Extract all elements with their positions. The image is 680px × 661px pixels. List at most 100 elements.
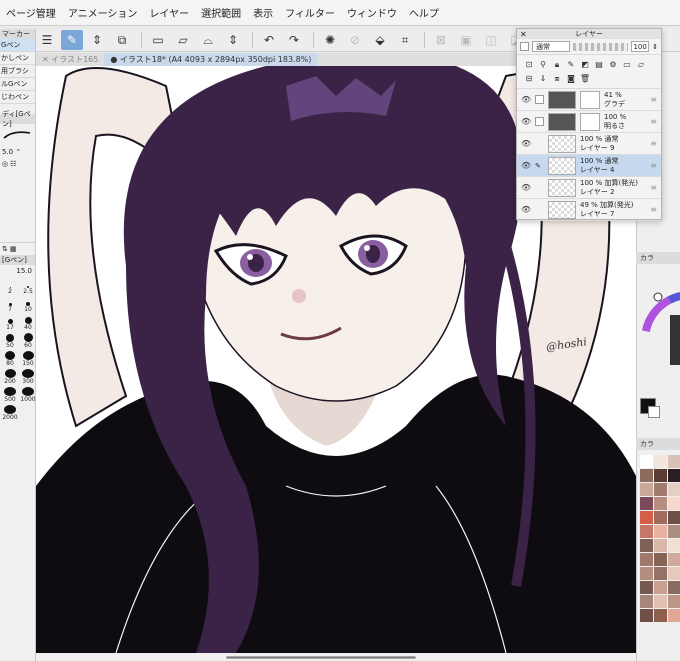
- new-folder-icon[interactable]: ▤: [593, 59, 605, 71]
- brush-item[interactable]: 用ブラシ: [0, 65, 35, 78]
- color-swatch[interactable]: [640, 497, 653, 510]
- brush-item[interactable]: かしペン: [0, 52, 35, 65]
- menu-selection[interactable]: 選択範囲: [195, 5, 247, 20]
- tab-illustration-165[interactable]: ✕ イラスト165: [36, 53, 104, 66]
- reference-icon[interactable]: ⚲: [537, 59, 549, 71]
- brush-size-option[interactable]: 2000: [2, 405, 18, 421]
- layer-checkbox[interactable]: [535, 117, 544, 126]
- select-all-icon[interactable]: ▣: [455, 30, 477, 50]
- brush-size-option[interactable]: 200: [2, 369, 18, 385]
- color-swatch[interactable]: [640, 609, 653, 622]
- tab-illustration-18[interactable]: ● イラスト18* (A4 4093 x 2894px 350dpi 183.8…: [104, 53, 318, 66]
- menu-window[interactable]: ウィンドウ: [341, 5, 403, 20]
- layer-row[interactable]: 👁︎ 100 % 明るさ ≡: [517, 111, 661, 133]
- new-folder-layer-icon[interactable]: ⊟: [523, 73, 535, 85]
- color-swatch[interactable]: [654, 539, 667, 552]
- brush-item[interactable]: ルGペン: [0, 78, 35, 91]
- color-swatch[interactable]: [640, 595, 653, 608]
- close-icon[interactable]: ✕: [42, 55, 51, 64]
- brush-item[interactable]: Gペン: [0, 39, 35, 52]
- menu-layer[interactable]: レイヤー: [143, 5, 195, 20]
- invert-selection-icon[interactable]: ◫: [480, 30, 502, 50]
- transfer-down-icon[interactable]: ⇓: [537, 73, 549, 85]
- drag-handle-icon[interactable]: ≡: [650, 205, 657, 214]
- color-swatch[interactable]: [654, 483, 667, 496]
- new-vector-layer-icon[interactable]: ▱: [635, 59, 647, 71]
- eye-icon[interactable]: 👁︎: [521, 117, 531, 126]
- crop-icon[interactable]: ⌗: [394, 30, 416, 50]
- drag-handle-icon[interactable]: ≡: [650, 139, 657, 148]
- color-swatch[interactable]: [668, 511, 680, 524]
- mask-icon[interactable]: ◩: [579, 59, 591, 71]
- redo-icon[interactable]: ↷: [283, 30, 305, 50]
- menu-animation[interactable]: アニメーション: [62, 5, 144, 20]
- fill-bucket-icon[interactable]: ⬙: [369, 30, 391, 50]
- deselect-icon[interactable]: ⊠: [430, 30, 452, 50]
- brush-size-option[interactable]: 60: [20, 333, 35, 349]
- loading-spinner-icon[interactable]: ✺: [319, 30, 341, 50]
- brush-size-option[interactable]: 10: [20, 297, 35, 313]
- color-swatch[interactable]: [668, 483, 680, 496]
- brush-size-option[interactable]: 2.5: [20, 279, 35, 295]
- toggle-icon[interactable]: ◎: [2, 160, 8, 168]
- layer-row[interactable]: 👁︎ ✎ 100 % 通常 レイヤー 4 ≡: [517, 155, 661, 177]
- layer-row[interactable]: 👁︎ 49 % 加算(発光) レイヤー 7 ≡: [517, 199, 661, 221]
- color-swatch[interactable]: [654, 455, 667, 468]
- color-swatch[interactable]: [654, 525, 667, 538]
- copy-settings-icon[interactable]: ⧉: [111, 30, 133, 50]
- drag-handle-icon[interactable]: ≡: [650, 117, 657, 126]
- color-swatch[interactable]: [668, 497, 680, 510]
- brush-size-option[interactable]: 500: [2, 387, 18, 403]
- hamburger-menu-icon[interactable]: ☰: [36, 30, 58, 50]
- color-swatch[interactable]: [640, 581, 653, 594]
- lock-icon[interactable]: 🔒︎: [551, 59, 563, 71]
- color-swatch[interactable]: [640, 455, 653, 468]
- opacity-slider[interactable]: [573, 42, 629, 51]
- brush-size-option[interactable]: 1000: [20, 387, 35, 403]
- color-swatch[interactable]: [640, 469, 653, 482]
- stepper-arrows-icon[interactable]: ⇕: [652, 43, 658, 51]
- edit-tool-icon[interactable]: ✎: [61, 30, 83, 50]
- eye-icon[interactable]: 👁︎: [521, 205, 531, 214]
- drag-handle-icon[interactable]: ≡: [650, 183, 657, 192]
- open-folder-icon[interactable]: ▱: [172, 30, 194, 50]
- layer-panel-titlebar[interactable]: ✕ レイヤー: [517, 29, 661, 39]
- menu-view[interactable]: 表示: [247, 5, 279, 20]
- layer-row[interactable]: 👁︎ 100 % 通常 レイヤー 9 ≡: [517, 133, 661, 155]
- color-swatch[interactable]: [668, 567, 680, 580]
- clip-icon[interactable]: ⊡: [523, 59, 535, 71]
- save-icon[interactable]: ⌓: [197, 30, 219, 50]
- brush-size-option[interactable]: 50: [2, 333, 18, 349]
- color-swatch[interactable]: [640, 539, 653, 552]
- color-swatch[interactable]: [654, 609, 667, 622]
- color-swatch[interactable]: [640, 553, 653, 566]
- settings-icon[interactable]: ⚙: [607, 59, 619, 71]
- clear-icon[interactable]: ⊘: [344, 30, 366, 50]
- secondary-color-swatch[interactable]: [648, 406, 660, 418]
- color-swatch[interactable]: [668, 595, 680, 608]
- merge-icon[interactable]: ⧈: [551, 73, 563, 85]
- color-swatch[interactable]: [654, 553, 667, 566]
- delete-icon[interactable]: 🗑︎: [579, 73, 591, 85]
- eye-icon[interactable]: 👁︎: [521, 95, 531, 104]
- color-swatch[interactable]: [640, 511, 653, 524]
- layer-row[interactable]: 👁︎ 100 % 加算(発光) レイヤー 2 ≡: [517, 177, 661, 199]
- color-swatch[interactable]: [640, 525, 653, 538]
- color-swatch[interactable]: [668, 455, 680, 468]
- color-swatch[interactable]: [668, 525, 680, 538]
- color-swatch[interactable]: [654, 567, 667, 580]
- sort-icon[interactable]: ⇅: [2, 245, 8, 253]
- draft-icon[interactable]: ✎: [565, 59, 577, 71]
- color-swatch[interactable]: [654, 469, 667, 482]
- menu-help[interactable]: ヘルプ: [403, 5, 445, 20]
- layer-color-checkbox[interactable]: [520, 42, 529, 51]
- new-file-icon[interactable]: ▭: [147, 30, 169, 50]
- apply-mask-icon[interactable]: ◙: [565, 73, 577, 85]
- color-swatch[interactable]: [668, 469, 680, 482]
- color-swatch[interactable]: [668, 581, 680, 594]
- color-swatch[interactable]: [640, 483, 653, 496]
- layer-checkbox[interactable]: [535, 95, 544, 104]
- brush-size-option[interactable]: 2: [2, 279, 18, 295]
- brush-size-field[interactable]: 5.0 ⌃: [0, 146, 35, 158]
- color-wheel[interactable]: [640, 280, 680, 400]
